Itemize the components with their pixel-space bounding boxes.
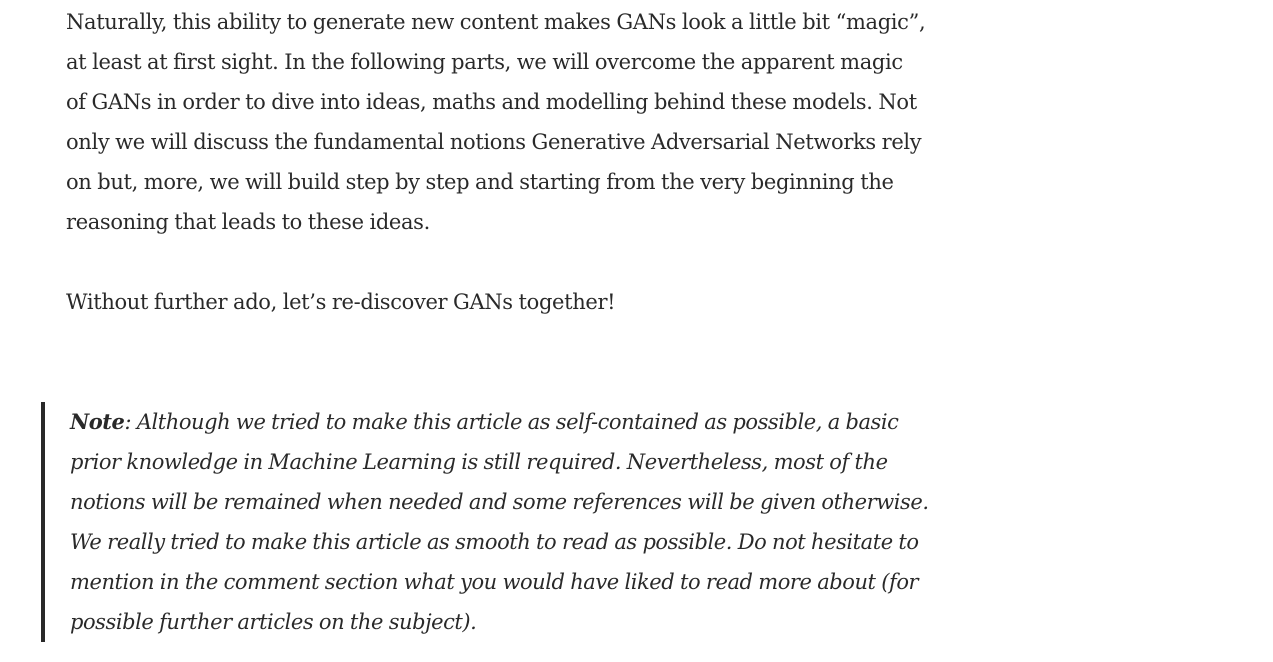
- note-blockquote: Note: Although we tried to make this art…: [41, 402, 950, 642]
- note-text: Note: Although we tried to make this art…: [70, 402, 950, 642]
- article-body: Naturally, this ability to generate new …: [66, 2, 926, 322]
- paragraph-intro: Naturally, this ability to generate new …: [66, 10, 926, 234]
- note-label: Note: [70, 409, 125, 434]
- paragraph-ado: Without further ado, let’s re-discover G…: [66, 290, 616, 314]
- note-body: : Although we tried to make this article…: [70, 410, 929, 634]
